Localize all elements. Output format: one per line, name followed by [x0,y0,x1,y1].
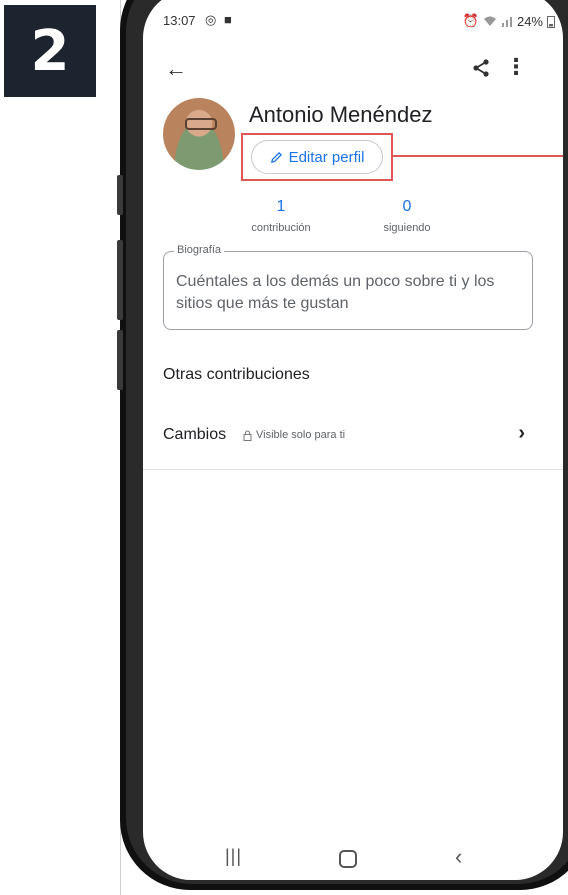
highlight-connector [393,155,563,157]
battery-icon [547,15,555,28]
share-icon[interactable] [471,58,491,78]
more-vert-icon[interactable]: ⋮ [505,54,527,80]
stat-value: 0 [402,198,412,215]
alarm-icon: ⏰ [462,13,479,28]
avatar[interactable] [163,98,235,170]
list-item-cambios[interactable]: Cambios Visible solo para ti › [143,420,563,454]
stat-label: siguiendo [383,222,431,234]
status-time: 13:07 [163,13,196,28]
nav-back-icon[interactable]: ‹ [455,844,462,870]
visibility-note: Visible solo para ti [243,429,345,441]
phone-screen: 13:07 ◎ ■ ⏰ 24% ← ⋮ Antonio Menéndez Edi… [143,0,563,880]
stat-following[interactable]: 0 siguiendo [357,198,457,234]
stat-contributions[interactable]: 1 contribución [231,198,331,234]
status-right-group: ⏰ 24% [463,13,555,29]
bio-label: Biografía [174,244,225,256]
signal-icon [501,17,512,27]
volume-up-button [117,175,123,215]
other-contributions-title: Otras contribuciones [163,366,310,383]
lock-icon [243,430,252,441]
app-top-bar: ← ⋮ [143,52,563,92]
power-button [117,330,123,390]
chevron-right-icon: › [518,422,525,444]
bio-placeholder: Cuéntales a los demás un poco sobre ti y… [176,273,495,312]
volume-down-button [117,240,123,320]
stat-label: contribución [251,222,311,234]
recents-icon[interactable]: ||| [225,846,242,867]
list-divider [143,469,563,470]
system-nav-bar: ||| ‹ [143,840,563,880]
bio-field[interactable]: Biografía Cuéntales a los demás un poco … [163,244,533,330]
home-icon[interactable] [339,850,357,868]
status-bar: 13:07 ◎ ■ ⏰ 24% [143,10,563,34]
notification-icons: ◎ ■ [205,12,234,27]
step-number-badge: 2 [4,5,96,97]
stat-value: 1 [276,198,286,215]
avatar-glasses [185,118,217,130]
highlight-box [241,133,393,181]
wifi-icon [483,16,496,26]
list-item-label: Cambios [163,426,227,443]
visibility-text: Visible solo para ti [256,429,346,441]
arrow-left-icon[interactable]: ← [165,56,187,82]
profile-name: Antonio Menéndez [249,102,433,127]
battery-percent: 24% [516,13,543,29]
